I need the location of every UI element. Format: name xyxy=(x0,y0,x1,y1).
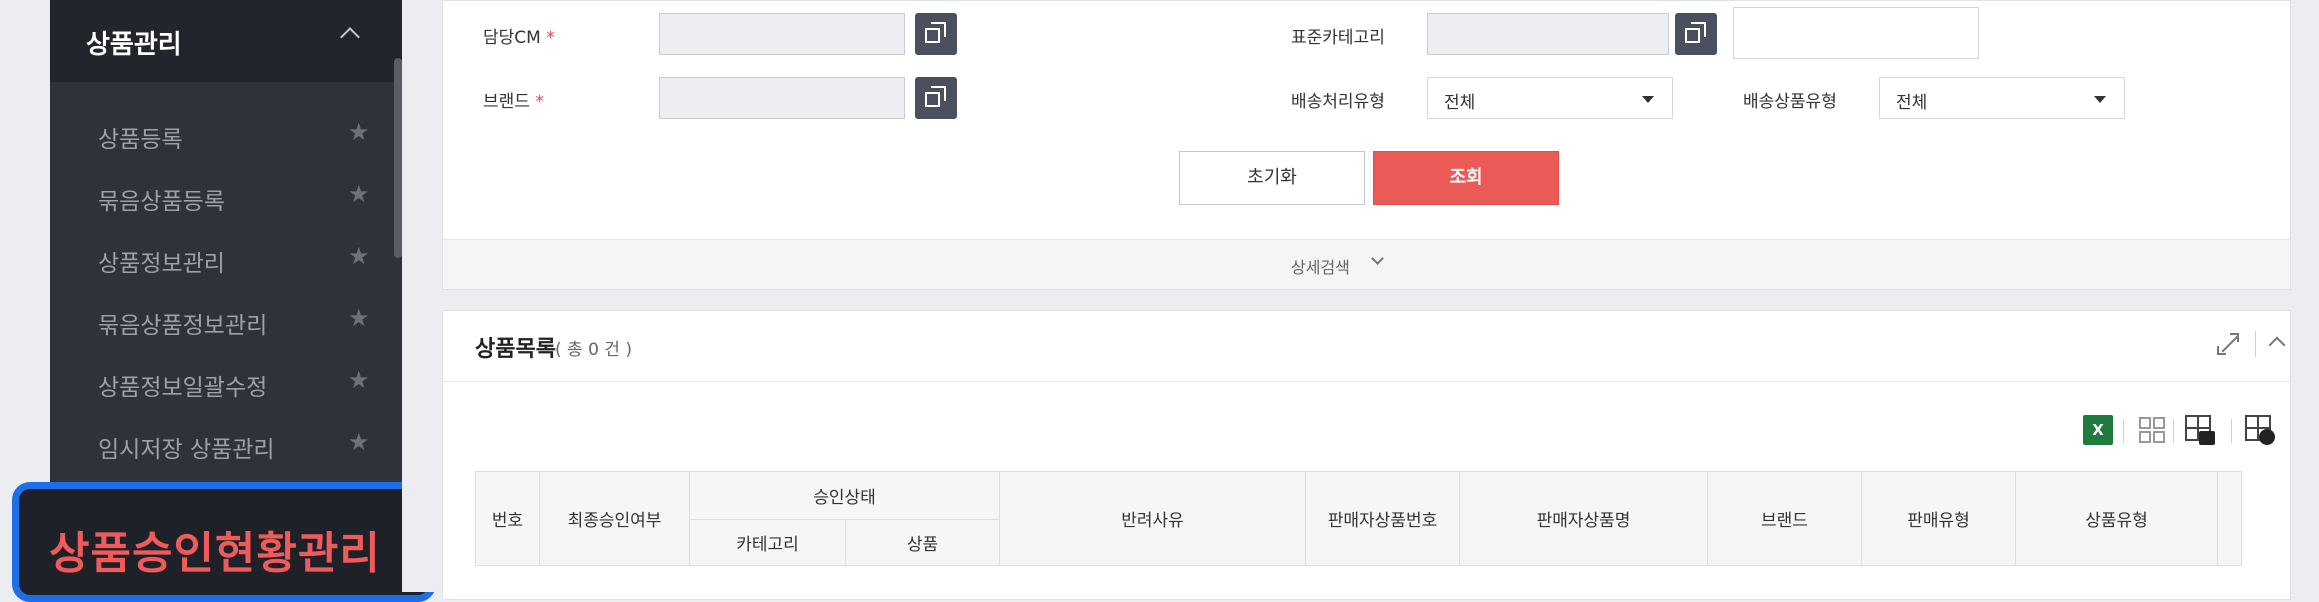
column-header-seller-product-name[interactable]: 판매자상품명 xyxy=(1459,471,1708,566)
sidebar-section-header[interactable]: 상품관리 xyxy=(50,0,402,82)
delivery-type-select[interactable]: 전체 xyxy=(1427,77,1673,119)
category-field[interactable] xyxy=(1427,13,1669,55)
column-header-final-approval[interactable]: 최종승인여부 xyxy=(539,471,690,566)
chevron-up-icon[interactable] xyxy=(2268,336,2286,354)
sidebar-item-temp-saved[interactable]: 임시저장 상품관리 ★ xyxy=(50,414,390,474)
divider xyxy=(2173,419,2174,443)
divider xyxy=(443,381,2290,382)
chevron-up-icon[interactable] xyxy=(340,27,360,47)
column-select-icon[interactable] xyxy=(2137,415,2167,445)
caret-down-icon xyxy=(2094,96,2106,103)
sidebar-item-label: 상품승인현황관리 xyxy=(49,528,381,579)
column-header-category[interactable]: 카테고리 xyxy=(689,519,846,566)
sidebar-item-label: 묶음상품등록 xyxy=(98,189,225,215)
delivery-product-label: 배송상품유형 xyxy=(1743,92,1837,112)
sidebar: 상품관리 상품등록 ★ 묶음상품등록 ★ 상품정보관리 ★ 묶음상품정보관리 ★… xyxy=(0,0,436,602)
detail-search-label: 상세검색 xyxy=(1291,258,1350,277)
sidebar-item-bundle-info[interactable]: 묶음상품정보관리 ★ xyxy=(50,290,390,350)
sidebar-item-label: 상품등록 xyxy=(98,127,183,153)
column-header-reject-reason[interactable]: 반려사유 xyxy=(999,471,1306,566)
brand-label-text: 브랜드 xyxy=(483,92,530,112)
sidebar-item-product-info[interactable]: 상품정보관리 ★ xyxy=(50,228,390,288)
sidebar-item-label: 임시저장 상품관리 xyxy=(98,437,275,463)
column-header-product-type[interactable]: 상품유형 xyxy=(2015,471,2218,566)
column-header-sale-type[interactable]: 판매유형 xyxy=(1861,471,2016,566)
reset-button[interactable]: 초기화 xyxy=(1179,151,1365,205)
sidebar-scrollbar[interactable] xyxy=(394,58,402,258)
detail-search-toggle[interactable]: 상세검색 xyxy=(443,239,2290,289)
sidebar-item-label: 상품정보관리 xyxy=(98,251,225,277)
delivery-type-value: 전체 xyxy=(1444,93,1476,113)
delivery-product-select[interactable]: 전체 xyxy=(1879,77,2125,119)
sidebar-item-label: 묶음상품정보관리 xyxy=(98,313,268,339)
main-content: 담당CM * 표준카테고리 브랜드 * 배송처리유형 전체 배송상품유형 전체 … xyxy=(402,0,2319,600)
divider xyxy=(2123,419,2124,443)
star-icon[interactable]: ★ xyxy=(348,304,370,332)
column-lock-icon[interactable] xyxy=(2185,415,2215,445)
required-mark: * xyxy=(546,28,555,48)
product-table: 번호 최종승인여부 승인상태 반려사유 판매자상품번호 판매자상품명 브랜드 판… xyxy=(475,471,2242,566)
column-header-seller-product-no[interactable]: 판매자상품번호 xyxy=(1305,471,1460,566)
column-header-spacer xyxy=(2217,471,2242,566)
delivery-type-label: 배송처리유형 xyxy=(1291,92,1385,112)
column-header-approval-status: 승인상태 xyxy=(689,471,1000,520)
column-header-product[interactable]: 상품 xyxy=(845,519,1000,566)
sidebar-item-bulk-edit[interactable]: 상품정보일괄수정 ★ xyxy=(50,352,390,412)
star-icon[interactable]: ★ xyxy=(348,366,370,394)
cm-field[interactable] xyxy=(659,13,905,55)
required-mark: * xyxy=(535,92,544,112)
star-icon[interactable]: ★ xyxy=(348,428,370,456)
delivery-product-value: 전체 xyxy=(1896,93,1928,113)
search-panel: 담당CM * 표준카테고리 브랜드 * 배송처리유형 전체 배송상품유형 전체 … xyxy=(442,0,2291,290)
sidebar-item-bundle-register[interactable]: 묶음상품등록 ★ xyxy=(50,166,390,226)
star-icon[interactable]: ★ xyxy=(348,242,370,270)
column-header-brand[interactable]: 브랜드 xyxy=(1707,471,1862,566)
cm-label: 담당CM * xyxy=(483,23,555,48)
cm-popup-button[interactable] xyxy=(915,13,957,55)
divider xyxy=(2231,419,2232,443)
search-button[interactable]: 조회 xyxy=(1373,151,1559,205)
star-icon[interactable]: ★ xyxy=(348,180,370,208)
brand-field[interactable] xyxy=(659,77,905,119)
sidebar-item-approval-status[interactable]: 상품승인현황관리 xyxy=(12,482,436,602)
list-count: ( 총 0 건 ) xyxy=(555,340,632,360)
list-title: 상품목록 xyxy=(475,337,556,362)
caret-down-icon xyxy=(1642,96,1654,103)
expand-icon[interactable] xyxy=(2217,333,2239,355)
product-list-panel: 상품목록 ( 총 0 건 ) X 번호 최종승인여부 승인상태 반려사유 판매자… xyxy=(442,310,2291,600)
star-icon[interactable]: ★ xyxy=(348,118,370,146)
column-header-no[interactable]: 번호 xyxy=(475,471,540,566)
brand-label: 브랜드 * xyxy=(483,87,544,112)
sidebar-item-product-register[interactable]: 상품등록 ★ xyxy=(50,104,390,164)
grid-settings-icon[interactable] xyxy=(2245,415,2275,445)
category-popup-button[interactable] xyxy=(1675,13,1717,55)
divider xyxy=(2255,331,2256,357)
cm-label-text: 담당CM xyxy=(483,28,541,48)
brand-popup-button[interactable] xyxy=(915,77,957,119)
excel-download-icon[interactable]: X xyxy=(2083,415,2113,445)
sidebar-section-title: 상품관리 xyxy=(86,30,182,60)
category-label: 표준카테고리 xyxy=(1291,28,1385,48)
sidebar-item-label: 상품정보일괄수정 xyxy=(98,375,268,401)
chevron-down-icon xyxy=(1371,252,1384,265)
category-extra-field[interactable] xyxy=(1733,7,1979,59)
